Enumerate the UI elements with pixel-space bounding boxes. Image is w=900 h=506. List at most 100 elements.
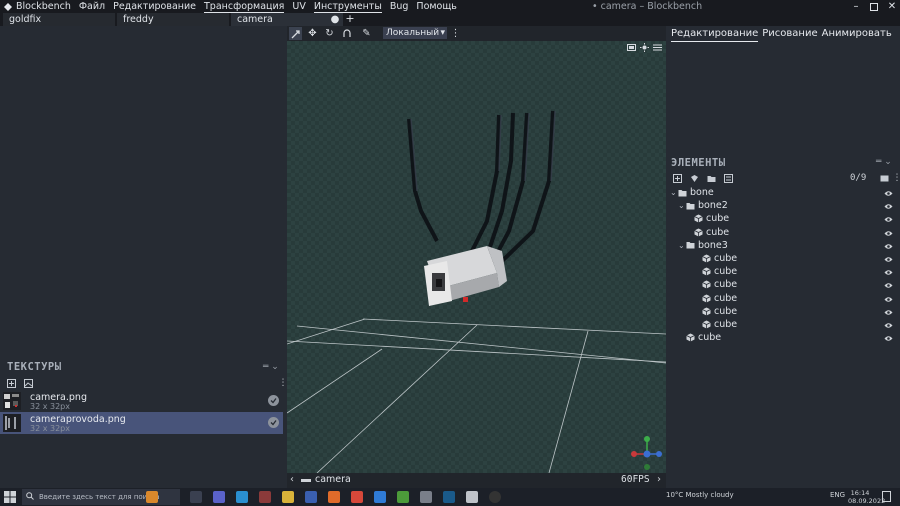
- outliner-cube[interactable]: cube: [666, 331, 900, 344]
- textures-panel-menu-icon[interactable]: ═ ⌄: [263, 362, 279, 372]
- maximize-icon[interactable]: [868, 0, 880, 13]
- outliner-label: cube: [698, 332, 722, 344]
- visibility-eye-icon[interactable]: [884, 229, 893, 236]
- app-icon[interactable]: [420, 491, 432, 503]
- outliner-cube[interactable]: cube: [666, 278, 900, 291]
- add-mesh-icon[interactable]: [689, 173, 699, 183]
- viewport-scene[interactable]: [287, 41, 666, 474]
- collapse-groups-icon[interactable]: [723, 173, 733, 183]
- cube-icon: [702, 254, 711, 263]
- visibility-eye-icon[interactable]: [884, 295, 893, 302]
- add-group-icon[interactable]: [706, 173, 716, 183]
- visibility-eye-icon[interactable]: [884, 189, 893, 196]
- mode-tab-edit[interactable]: Редактирование: [671, 28, 759, 42]
- visibility-eye-icon[interactable]: [884, 268, 893, 275]
- task-view-icon[interactable]: [190, 491, 202, 503]
- create-texture-icon[interactable]: [23, 378, 33, 388]
- translate-tool-icon[interactable]: ✥: [306, 27, 319, 40]
- expand-caret-icon[interactable]: ⌄: [670, 186, 677, 199]
- outliner-cube[interactable]: cube: [666, 252, 900, 265]
- texture-thumbnail: [3, 392, 21, 410]
- outliner-cube[interactable]: cube: [666, 226, 900, 239]
- visibility-eye-icon[interactable]: [884, 215, 893, 223]
- axis-gizmo[interactable]: [631, 436, 662, 470]
- outliner-cube[interactable]: cube: [666, 265, 900, 278]
- chrome-app-icon[interactable]: [351, 491, 363, 503]
- tab-camera[interactable]: camera: [231, 13, 343, 26]
- menu-bug[interactable]: Bug: [390, 1, 409, 12]
- outliner-group[interactable]: ⌄ bone2: [666, 199, 900, 212]
- firefox-app-icon[interactable]: [328, 491, 340, 503]
- screenshot-icon[interactable]: [627, 43, 636, 55]
- textures-toolbar: ⋮: [4, 378, 288, 389]
- weather-widget[interactable]: 10°C Mostly cloudy: [666, 491, 734, 499]
- mode-tab-animate[interactable]: Анимировать: [822, 28, 892, 42]
- outliner-label: cube: [714, 266, 738, 278]
- vscode-app-icon[interactable]: [374, 491, 386, 503]
- winrar-app-icon[interactable]: [259, 491, 271, 503]
- menu-help[interactable]: Помощь: [416, 1, 456, 12]
- file-explorer-icon[interactable]: [282, 491, 294, 503]
- texture-item[interactable]: cameraprovoda.png 32 x 32px: [0, 412, 283, 434]
- 3d-viewport[interactable]: ✥ ↻ ✎ Локальный ▾ ⋮ ‹ camera 60FPS ›: [287, 26, 666, 488]
- texture-item[interactable]: camera.png 32 x 32px: [0, 390, 283, 412]
- minimize-icon[interactable]: –: [850, 0, 862, 13]
- menu-tools[interactable]: Инструменты: [313, 1, 382, 13]
- menu-transform[interactable]: Трансформация: [204, 1, 285, 13]
- minecraft-app-icon[interactable]: [397, 491, 409, 503]
- notifications-icon[interactable]: [882, 491, 891, 502]
- menu-edit[interactable]: Редактирование: [113, 1, 196, 12]
- word-app-icon[interactable]: [305, 491, 317, 503]
- pivot-tool-icon[interactable]: [340, 27, 353, 40]
- outliner-cube[interactable]: cube: [666, 318, 900, 331]
- menu-file[interactable]: Файл: [79, 1, 105, 12]
- previous-camera-icon[interactable]: ‹: [290, 474, 294, 485]
- outliner-group[interactable]: ⌄ bone3: [666, 239, 900, 252]
- rotate-tool-icon[interactable]: ↻: [323, 27, 336, 40]
- discord-app-icon[interactable]: [213, 491, 225, 503]
- outliner-cube[interactable]: cube: [666, 305, 900, 318]
- outliner-cube[interactable]: cube: [666, 292, 900, 305]
- outliner-label: cube: [714, 253, 738, 264]
- outliner-more-icon[interactable]: ⋮: [892, 173, 900, 183]
- tab-freddy[interactable]: freddy: [117, 13, 229, 26]
- new-tab-button[interactable]: +: [345, 13, 355, 26]
- visibility-eye-icon[interactable]: [884, 255, 893, 262]
- telegram-app-icon[interactable]: [236, 491, 248, 503]
- textures-panel-title: ТЕКСТУРЫ: [7, 361, 62, 373]
- visibility-eye-icon[interactable]: [884, 321, 893, 328]
- expand-caret-icon[interactable]: ⌄: [678, 199, 685, 212]
- expand-caret-icon[interactable]: ⌄: [678, 239, 685, 252]
- obs-app-icon[interactable]: [489, 491, 501, 503]
- elements-panel-menu-icon[interactable]: ═ ⌄: [876, 157, 892, 167]
- visibility-eye-icon[interactable]: [884, 281, 893, 289]
- transform-space-select[interactable]: Локальный ▾: [383, 27, 447, 39]
- outliner-label: bone2: [698, 200, 728, 212]
- import-texture-icon[interactable]: [6, 378, 16, 388]
- visibility-eye-icon[interactable]: [884, 202, 893, 209]
- add-cube-icon[interactable]: [672, 173, 682, 183]
- language-indicator[interactable]: ENG: [830, 491, 845, 499]
- outliner-label: bone: [690, 187, 714, 198]
- visibility-eye-icon[interactable]: [884, 242, 893, 249]
- visibility-eye-icon[interactable]: [884, 334, 893, 341]
- visibility-eye-icon[interactable]: [884, 308, 893, 315]
- close-icon[interactable]: ✕: [886, 0, 898, 13]
- edit-tool-icon[interactable]: ✎: [360, 27, 373, 40]
- tab-goldfix[interactable]: goldfix: [3, 13, 115, 26]
- windows-start-icon[interactable]: [4, 491, 16, 503]
- lighting-icon[interactable]: [640, 43, 649, 55]
- blockbench-app-icon[interactable]: [466, 491, 478, 503]
- outliner-group[interactable]: ⌄ bone: [666, 186, 900, 199]
- toolbar-more-icon[interactable]: ⋮: [449, 27, 462, 40]
- steam-app-icon[interactable]: [443, 491, 455, 503]
- move-tool-icon[interactable]: [289, 27, 302, 40]
- view-menu-icon[interactable]: [653, 43, 662, 55]
- clock[interactable]: 16:14 08.09.2022: [848, 489, 885, 505]
- next-camera-icon[interactable]: ›: [657, 474, 661, 485]
- outliner-toggle-icon[interactable]: [879, 173, 889, 183]
- outliner-cube[interactable]: cube: [666, 212, 900, 225]
- texture-size: 32 x 32px: [30, 402, 70, 411]
- menu-uv[interactable]: UV: [292, 1, 305, 12]
- mode-tab-paint[interactable]: Рисование: [762, 28, 817, 42]
